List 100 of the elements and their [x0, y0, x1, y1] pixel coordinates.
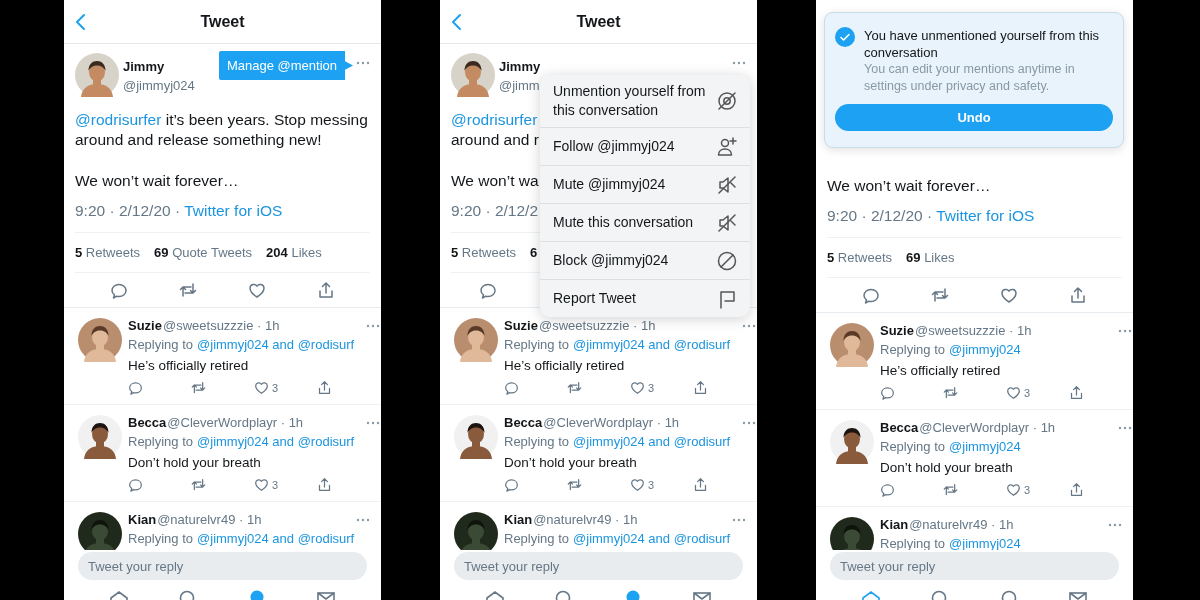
more-icon[interactable] [356, 518, 370, 522]
stat-count[interactable]: 5 Retweets [451, 245, 517, 260]
menu-item[interactable]: Follow @jimmyj024 [540, 127, 750, 165]
replying-to-label: Replying to [504, 531, 570, 546]
menu-item[interactable]: Mute this conversation [540, 203, 750, 241]
reply-author[interactable]: Kian [504, 512, 533, 528]
retweet-icon[interactable] [931, 286, 950, 304]
more-icon[interactable] [732, 61, 746, 65]
like-count: 3 [272, 478, 279, 491]
more-icon[interactable] [742, 421, 756, 425]
reply-text: He’s officially retired [128, 358, 250, 373]
reply-icon[interactable] [110, 281, 129, 299]
reply-author[interactable]: Kian [880, 517, 909, 533]
retweet-icon[interactable] [567, 380, 582, 395]
like-count: 3 [1024, 386, 1031, 399]
reply-handle: @sweetsuzzzie · 1h [162, 318, 280, 334]
tweet-timestamp: 9:20 · 2/12/2 [451, 201, 539, 221]
heart-icon[interactable] [630, 477, 645, 492]
menu-item[interactable]: Report Tweet [540, 279, 750, 317]
reply-icon[interactable] [880, 385, 895, 400]
reply-handle: @naturelvr49 · 1h [157, 512, 262, 528]
reply-icon[interactable] [504, 380, 519, 395]
heart-icon[interactable] [1006, 482, 1021, 497]
reply-icon[interactable] [862, 286, 881, 304]
replying-to-label: Replying to [880, 439, 946, 454]
heart-icon[interactable] [1006, 385, 1021, 400]
more-icon[interactable] [742, 324, 756, 328]
tweet-text: @rodrisurfer it’s been years. Stop messing around and release something new! [75, 110, 369, 150]
tweet-text: @rodrisurfer around and r [451, 110, 539, 150]
screen-title: Tweet [200, 12, 245, 31]
more-icon[interactable] [366, 324, 380, 328]
stat-count[interactable]: 69 Quote Tweets [154, 245, 253, 260]
retweet-icon[interactable] [567, 477, 582, 492]
share-icon[interactable] [317, 477, 332, 492]
reply-author[interactable]: Kian [128, 512, 157, 528]
like-count: 3 [648, 381, 655, 394]
replying-to-label: Replying to [128, 531, 194, 546]
back-icon[interactable] [451, 12, 463, 31]
tweet-timestamp: 9:20 · 2/12/20 · [827, 206, 933, 226]
reply-author[interactable]: Suzie [504, 318, 538, 334]
menu-item[interactable]: Unmention yourself from this conversation [540, 75, 750, 127]
reply-handle: @CleverWordplayr · 1h [919, 420, 1056, 436]
author-handle[interactable]: @jimmyj024 [123, 78, 195, 93]
share-icon[interactable] [693, 477, 708, 492]
reply-author[interactable]: Suzie [880, 323, 914, 339]
reply-handle: @naturelvr49 · 1h [533, 512, 638, 528]
heart-icon[interactable] [630, 380, 645, 395]
reply-handle: @CleverWordplayr · 1h [543, 415, 680, 431]
menu-item-label: Mute this conversation [553, 213, 694, 232]
more-icon[interactable] [1118, 329, 1132, 333]
menu-item-label: Report Tweet [553, 289, 636, 308]
retweet-icon[interactable] [943, 385, 958, 400]
reply-field[interactable]: Tweet your reply [830, 552, 1119, 580]
reply-icon[interactable] [504, 477, 519, 492]
heart-icon[interactable] [254, 380, 269, 395]
share-icon[interactable] [1068, 286, 1087, 304]
stat-count[interactable]: 69 Likes [906, 250, 955, 265]
menu-item-label: Block @jimmyj024 [553, 251, 669, 270]
reply-field[interactable]: Tweet your reply [454, 552, 743, 580]
reply-author[interactable]: Becca [128, 415, 167, 431]
share-icon[interactable] [1069, 482, 1084, 497]
menu-item[interactable]: Block @jimmyj024 [540, 241, 750, 279]
retweet-icon[interactable] [191, 477, 206, 492]
share-icon[interactable] [316, 281, 335, 299]
heart-icon[interactable] [247, 281, 266, 299]
reply-icon[interactable] [880, 482, 895, 497]
reply-icon[interactable] [128, 477, 143, 492]
more-icon[interactable] [356, 61, 370, 65]
reply-field[interactable]: Tweet your reply [78, 552, 367, 580]
more-icon[interactable] [366, 421, 380, 425]
share-icon[interactable] [317, 380, 332, 395]
more-icon[interactable] [1118, 426, 1132, 430]
reply-author[interactable]: Becca [504, 415, 543, 431]
reply-text: He’s officially retired [880, 363, 1002, 378]
reply-author[interactable]: Suzie [128, 318, 162, 334]
retweet-icon[interactable] [943, 482, 958, 497]
tweet-timestamp: 9:20 · 2/12/20 · [75, 201, 181, 221]
menu-item[interactable]: Mute @jimmyj024 [540, 165, 750, 203]
back-icon[interactable] [75, 12, 87, 31]
reply-icon[interactable] [479, 281, 497, 299]
stat-count[interactable]: 5 Retweets [75, 245, 141, 260]
retweet-icon[interactable] [191, 380, 206, 395]
reply-icon[interactable] [128, 380, 143, 395]
more-icon[interactable] [732, 518, 746, 522]
share-icon[interactable] [693, 380, 708, 395]
heart-icon[interactable] [999, 286, 1018, 304]
share-icon[interactable] [1069, 385, 1084, 400]
author-handle[interactable]: @jimm [499, 78, 541, 93]
author-name[interactable]: Jimmy [499, 59, 541, 74]
retweet-icon[interactable] [179, 281, 198, 299]
reply-author[interactable]: Becca [880, 420, 919, 436]
menu-item-label: Follow @jimmyj024 [553, 137, 675, 156]
more-icon[interactable] [1108, 523, 1122, 527]
speaker-slash-icon [716, 173, 738, 196]
author-name[interactable]: Jimmy [123, 59, 195, 74]
stat-count[interactable]: 6 [530, 245, 538, 260]
stat-count[interactable]: 204 Likes [266, 245, 322, 260]
stat-count[interactable]: 5 Retweets [827, 250, 893, 265]
like-count: 3 [272, 381, 279, 394]
heart-icon[interactable] [254, 477, 269, 492]
